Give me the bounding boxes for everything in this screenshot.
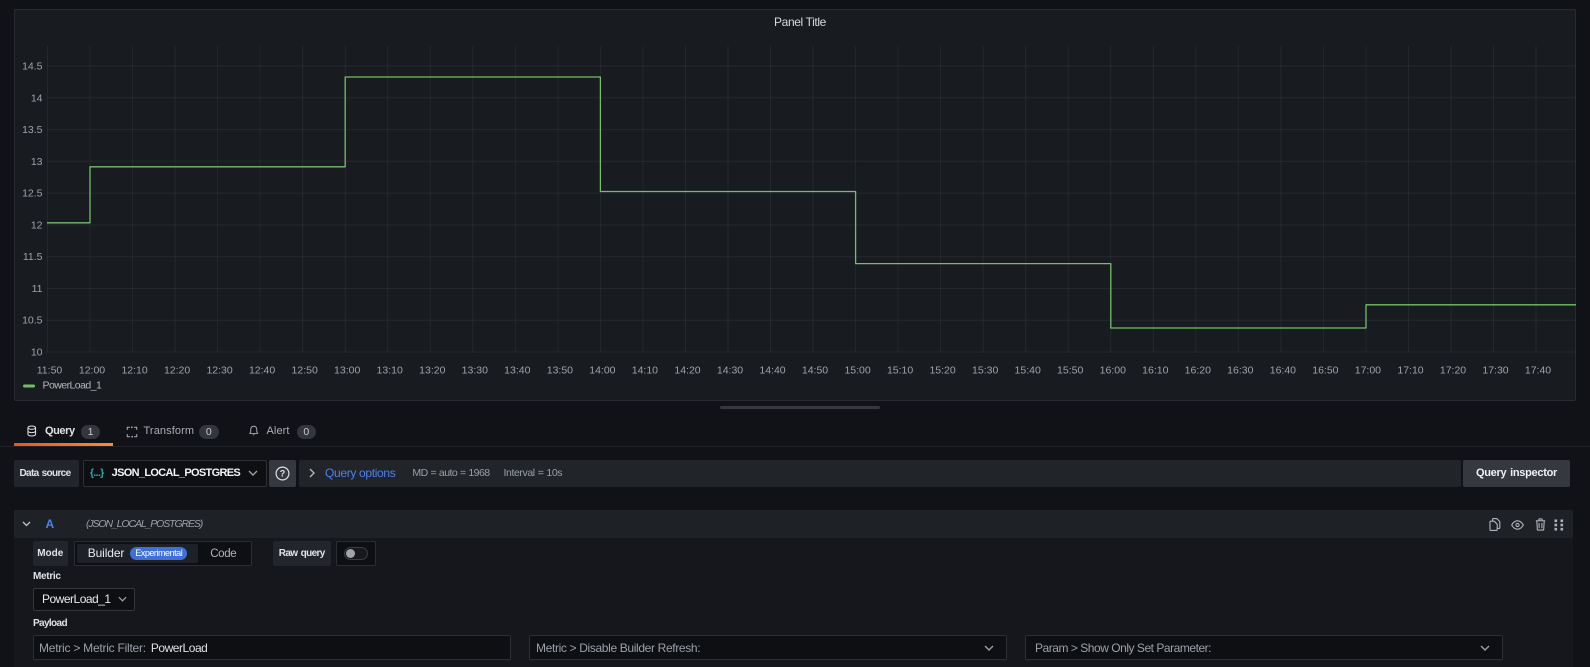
svg-text:17:20: 17:20 bbox=[1440, 365, 1466, 377]
svg-text:12:30: 12:30 bbox=[206, 365, 232, 377]
svg-text:12:40: 12:40 bbox=[249, 365, 275, 377]
svg-text:16:10: 16:10 bbox=[1142, 365, 1168, 377]
svg-text:13:00: 13:00 bbox=[334, 365, 360, 377]
svg-text:13:40: 13:40 bbox=[504, 365, 530, 377]
svg-text:17:30: 17:30 bbox=[1482, 365, 1508, 377]
svg-text:14: 14 bbox=[31, 92, 43, 104]
svg-text:17:00: 17:00 bbox=[1355, 365, 1381, 377]
svg-text:16:30: 16:30 bbox=[1227, 365, 1253, 377]
svg-text:14.5: 14.5 bbox=[22, 61, 43, 73]
svg-text:17:40: 17:40 bbox=[1525, 365, 1551, 377]
svg-text:14:20: 14:20 bbox=[674, 365, 700, 377]
svg-text:11: 11 bbox=[32, 283, 43, 295]
svg-text:12:00: 12:00 bbox=[79, 365, 105, 377]
svg-text:10.5: 10.5 bbox=[22, 315, 43, 327]
svg-text:17:10: 17:10 bbox=[1397, 365, 1423, 377]
svg-text:16:50: 16:50 bbox=[1312, 365, 1338, 377]
svg-text:16:40: 16:40 bbox=[1270, 365, 1296, 377]
svg-text:16:20: 16:20 bbox=[1185, 365, 1211, 377]
svg-text:14:00: 14:00 bbox=[589, 365, 615, 377]
svg-text:13:10: 13:10 bbox=[377, 365, 403, 377]
svg-text:PowerLoad_1: PowerLoad_1 bbox=[43, 380, 102, 392]
svg-text:13:20: 13:20 bbox=[419, 365, 445, 377]
svg-text:15:10: 15:10 bbox=[887, 365, 913, 377]
svg-text:14:30: 14:30 bbox=[717, 365, 743, 377]
svg-text:14:40: 14:40 bbox=[759, 365, 785, 377]
svg-text:14:50: 14:50 bbox=[802, 365, 828, 377]
svg-text:16:00: 16:00 bbox=[1100, 365, 1126, 377]
svg-text:12.5: 12.5 bbox=[22, 188, 43, 200]
svg-text:12: 12 bbox=[31, 219, 43, 231]
svg-text:14:10: 14:10 bbox=[632, 365, 658, 377]
svg-text:12:10: 12:10 bbox=[121, 365, 147, 377]
svg-text:11:50: 11:50 bbox=[37, 365, 63, 377]
svg-text:11.5: 11.5 bbox=[23, 251, 43, 263]
svg-text:12:50: 12:50 bbox=[292, 365, 318, 377]
svg-text:15:40: 15:40 bbox=[1015, 365, 1041, 377]
svg-text:13:30: 13:30 bbox=[462, 365, 488, 377]
svg-text:15:30: 15:30 bbox=[972, 365, 998, 377]
svg-text:15:00: 15:00 bbox=[844, 365, 870, 377]
svg-text:13.5: 13.5 bbox=[22, 124, 43, 136]
svg-text:12:20: 12:20 bbox=[164, 365, 190, 377]
svg-text:?: ? bbox=[280, 468, 286, 478]
svg-text:15:50: 15:50 bbox=[1057, 365, 1083, 377]
svg-text:13: 13 bbox=[31, 156, 43, 168]
svg-text:10: 10 bbox=[31, 347, 43, 359]
svg-text:15:20: 15:20 bbox=[929, 365, 955, 377]
svg-text:13:50: 13:50 bbox=[547, 365, 573, 377]
